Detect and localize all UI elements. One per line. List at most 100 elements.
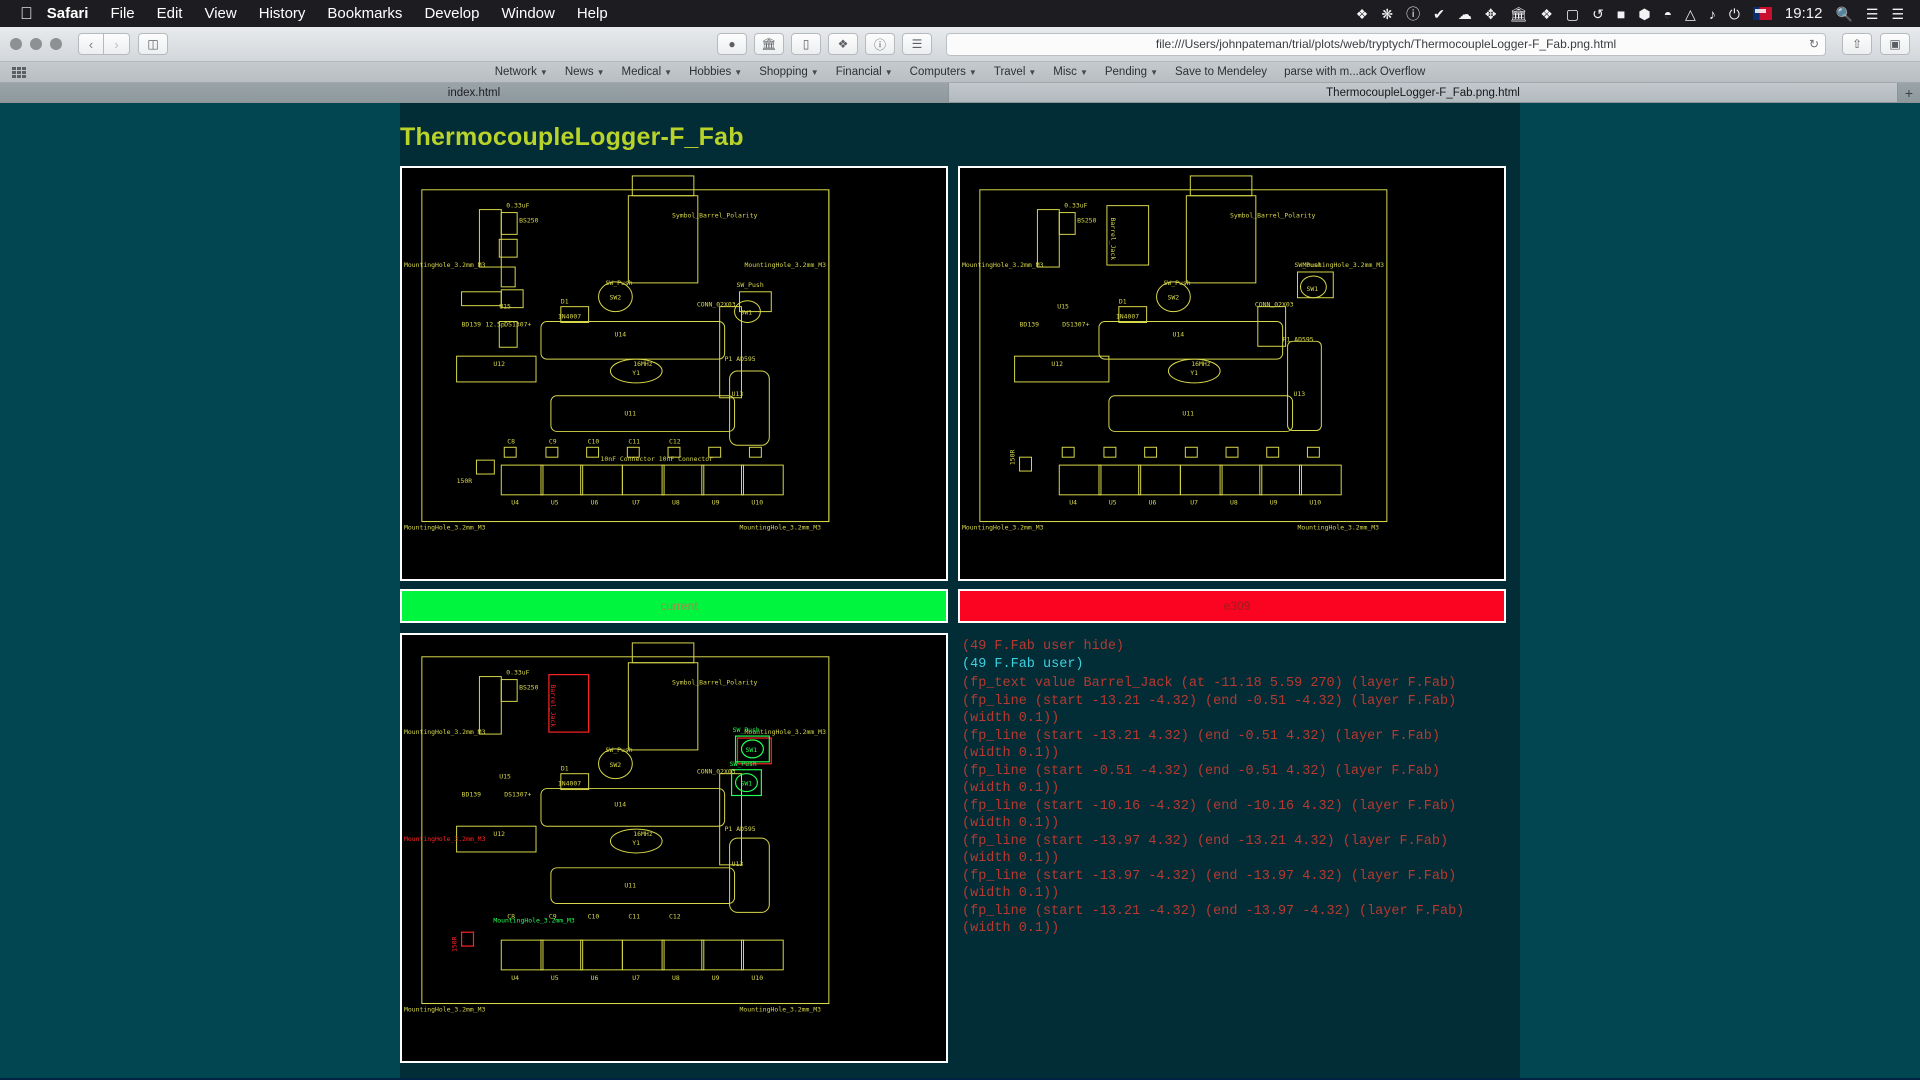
- svg-text:150R: 150R: [451, 936, 459, 952]
- status-bar-current: current: [400, 589, 948, 623]
- url-text: file:///Users/johnpateman/trial/plots/we…: [1155, 37, 1617, 51]
- apple-icon[interactable]: : [20, 5, 33, 22]
- new-tab-button[interactable]: +: [1898, 83, 1920, 102]
- bookmark-network[interactable]: Network ▼: [495, 66, 548, 78]
- chevron-down-icon: ▼: [884, 68, 893, 77]
- svg-text:16MHz: 16MHz: [633, 360, 653, 368]
- evernote-icon[interactable]: ❖: [1540, 7, 1553, 21]
- time-machine-icon[interactable]: ↺: [1592, 7, 1604, 21]
- volume-icon[interactable]: ♪: [1709, 7, 1716, 21]
- svg-text:U8: U8: [1230, 499, 1238, 507]
- bank-icon[interactable]: 🏛: [1510, 7, 1528, 21]
- svg-text:U9: U9: [712, 499, 720, 507]
- close-window-button[interactable]: [10, 38, 22, 50]
- share-button[interactable]: ⇧: [1842, 33, 1872, 55]
- pcb-panel-reference[interactable]: 0.33uF BS250 Symbol_Barrel_Polarity SW_P…: [400, 166, 948, 581]
- svg-text:SW1: SW1: [741, 309, 753, 317]
- battery-percent-icon[interactable]: ⏻: [1729, 7, 1740, 21]
- menu-item-bookmarks[interactable]: Bookmarks: [327, 5, 402, 22]
- svg-text:0.33uF: 0.33uF: [506, 669, 529, 677]
- bookmarks-grid-icon[interactable]: [12, 66, 26, 78]
- svg-text:C11: C11: [628, 912, 640, 920]
- menu-item-file[interactable]: File: [110, 5, 134, 22]
- reader-view-icon[interactable]: ☰: [902, 33, 932, 55]
- evernote-icon[interactable]: ❖: [828, 33, 858, 55]
- bookmark-travel[interactable]: Travel ▼: [994, 66, 1036, 78]
- forward-button[interactable]: ›: [104, 33, 130, 55]
- svg-text:U15: U15: [1057, 303, 1069, 311]
- tab-thermocouple-logger[interactable]: ThermocoupleLogger-F_Fab.png.html: [949, 83, 1898, 102]
- svg-text:BS250: BS250: [1077, 216, 1097, 224]
- svg-text:CONN_02X03: CONN_02X03: [1255, 301, 1294, 309]
- svg-text:SW2: SW2: [609, 294, 621, 302]
- minimize-window-button[interactable]: [30, 38, 42, 50]
- bookmark-misc[interactable]: Misc ▼: [1053, 66, 1088, 78]
- menu-bar-clock[interactable]: 19:12: [1785, 6, 1823, 21]
- bluetooth-icon[interactable]: ⬢: [1638, 7, 1650, 21]
- menu-item-edit[interactable]: Edit: [157, 5, 183, 22]
- bookmark-save-to-mendeley[interactable]: Save to Mendeley: [1175, 66, 1267, 78]
- show-all-tabs-button[interactable]: ▣: [1880, 33, 1910, 55]
- search-icon[interactable]: 🔍: [1835, 7, 1852, 21]
- chevron-down-icon: ▼: [664, 68, 673, 77]
- adblock-icon[interactable]: ●: [717, 33, 747, 55]
- reload-icon[interactable]: ↻: [1809, 37, 1819, 51]
- pcb-panel-diff[interactable]: 0.33uF BS250 Symbol_Barrel_Polarity SW_P…: [400, 633, 948, 1063]
- zoom-window-button[interactable]: [50, 38, 62, 50]
- svg-text:MountingHole_3.2mm_M3: MountingHole_3.2mm_M3: [962, 261, 1044, 269]
- svg-text:U11: U11: [1182, 410, 1194, 418]
- window-controls[interactable]: [10, 38, 62, 50]
- zotero-icon[interactable]: ▯: [791, 33, 821, 55]
- shield-check-icon[interactable]: ✔: [1433, 7, 1445, 21]
- svg-text:SW2: SW2: [609, 761, 621, 769]
- svg-text:Barrel_Jack: Barrel_Jack: [1109, 218, 1117, 261]
- input-source-flag[interactable]: [1752, 7, 1772, 20]
- svg-text:Y1: Y1: [632, 839, 640, 847]
- svg-text:12.5p: 12.5p: [485, 320, 505, 328]
- svg-text:1N4007: 1N4007: [558, 313, 581, 321]
- airplay-icon[interactable]: △: [1685, 7, 1696, 21]
- sidebar-toggle-button[interactable]: ◫: [138, 33, 168, 55]
- chevron-down-icon: ▼: [1028, 68, 1037, 77]
- dropbox-icon[interactable]: ❖: [1356, 7, 1369, 21]
- info-circle-icon[interactable]: ⓘ: [1406, 7, 1420, 21]
- svg-text:U9: U9: [712, 974, 720, 982]
- tab-index-html[interactable]: index.html: [0, 83, 949, 102]
- app-icon[interactable]: ▢: [1566, 7, 1579, 21]
- battery-icon[interactable]: ■: [1617, 7, 1625, 21]
- bookmark-pending[interactable]: Pending ▼: [1105, 66, 1158, 78]
- menu-item-view[interactable]: View: [204, 5, 236, 22]
- bookmark-parse-with-stack-overflow[interactable]: parse with m...ack Overflow: [1284, 66, 1425, 78]
- address-bar[interactable]: file:///Users/johnpateman/trial/plots/we…: [946, 32, 1826, 56]
- svg-text:Symbol_Barrel_Polarity: Symbol_Barrel_Polarity: [672, 212, 757, 220]
- svg-text:SW_Push: SW_Push: [1164, 279, 1191, 287]
- svg-text:Y1: Y1: [1190, 369, 1198, 377]
- svg-text:0.33uF: 0.33uF: [506, 202, 529, 210]
- svg-text:U8: U8: [672, 499, 680, 507]
- bookmark-shopping[interactable]: Shopping ▼: [759, 66, 819, 78]
- menu-item-safari[interactable]: Safari: [47, 5, 89, 22]
- svg-text:CONN_02X03: CONN_02X03: [697, 301, 736, 309]
- bookmark-news[interactable]: News ▼: [565, 66, 605, 78]
- tab-bar: index.html ThermocoupleLogger-F_Fab.png.…: [0, 83, 1920, 103]
- fan-icon[interactable]: ❋: [1381, 7, 1393, 21]
- page-right-gutter: [1520, 103, 1920, 1078]
- bookmark-financial[interactable]: Financial ▼: [836, 66, 893, 78]
- control-center-icon[interactable]: ☰: [1866, 7, 1879, 21]
- menu-item-help[interactable]: Help: [577, 5, 608, 22]
- library-icon[interactable]: 🏛: [754, 33, 784, 55]
- bookmark-medical[interactable]: Medical ▼: [622, 66, 673, 78]
- notification-icon[interactable]: ☰: [1891, 7, 1904, 21]
- menu-item-window[interactable]: Window: [501, 5, 554, 22]
- menu-item-develop[interactable]: Develop: [424, 5, 479, 22]
- pcb-panel-candidate[interactable]: 0.33uF BS250 Symbol_Barrel_Polarity Barr…: [958, 166, 1506, 581]
- navigation-buttons[interactable]: ‹ ›: [78, 33, 130, 55]
- rocket-icon[interactable]: ✥: [1485, 7, 1497, 21]
- info-icon[interactable]: ⓘ: [865, 33, 895, 55]
- cloud-icon[interactable]: ☁: [1458, 7, 1472, 21]
- bookmark-computers[interactable]: Computers ▼: [910, 66, 977, 78]
- menu-item-history[interactable]: History: [259, 5, 306, 22]
- bookmark-hobbies[interactable]: Hobbies ▼: [689, 66, 742, 78]
- wifi-icon[interactable]: ◓: [1664, 7, 1672, 21]
- back-button[interactable]: ‹: [78, 33, 104, 55]
